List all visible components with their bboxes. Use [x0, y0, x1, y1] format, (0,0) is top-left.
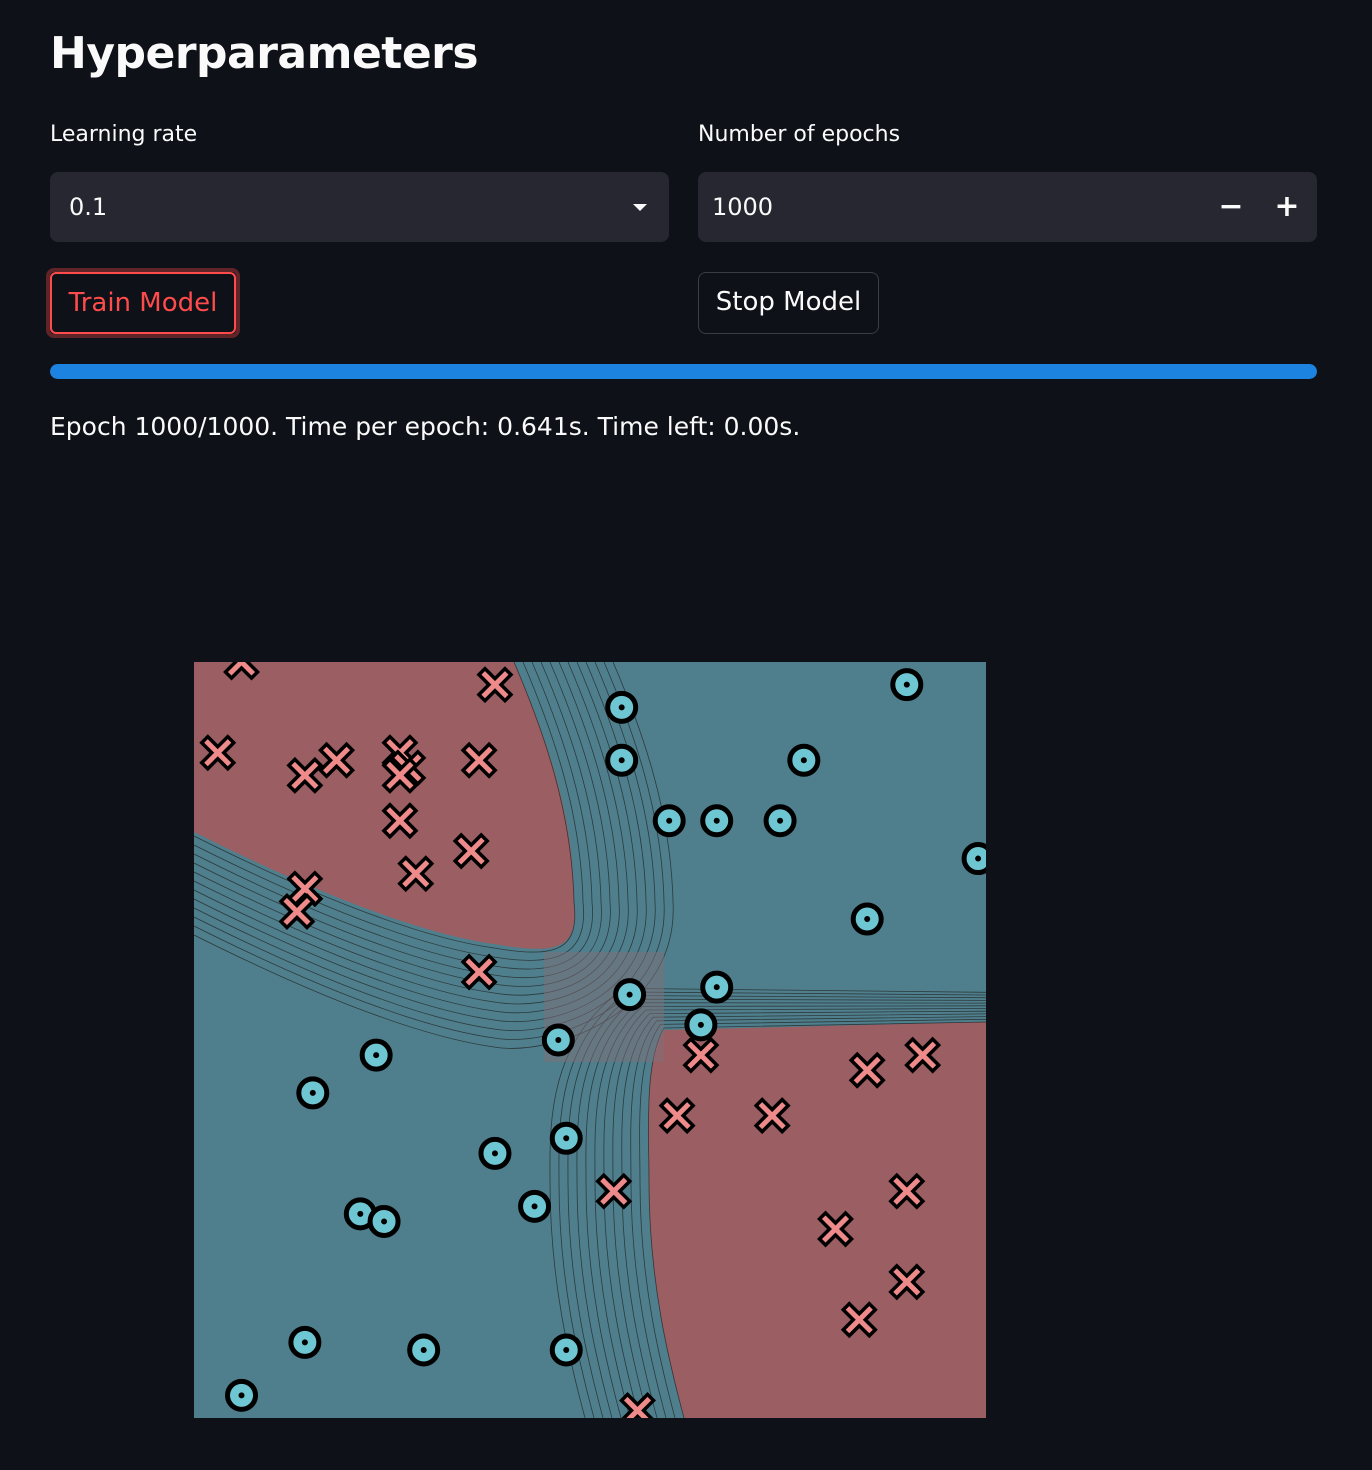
- decision-boundary-plot: [194, 662, 986, 1418]
- blue-circle-marker: [407, 1333, 441, 1367]
- red-x-marker: [381, 756, 419, 794]
- chevron-down-icon: [633, 204, 647, 211]
- red-x-marker: [318, 741, 356, 779]
- red-x-marker: [460, 953, 498, 991]
- blue-circle-marker: [763, 804, 797, 838]
- blue-circle-marker: [700, 804, 734, 838]
- blue-circle-marker: [549, 1333, 583, 1367]
- blue-circle-marker: [787, 743, 821, 777]
- stop-model-label: Stop Model: [715, 287, 862, 317]
- red-x-marker: [595, 1172, 633, 1210]
- blue-circle-marker: [549, 1121, 583, 1155]
- blue-circle-marker: [613, 978, 647, 1012]
- blue-circle-marker: [890, 668, 924, 702]
- red-x-marker: [476, 666, 514, 704]
- train-button-focus-ring: [50, 272, 236, 334]
- red-class-region-bottom-right: [648, 1022, 986, 1418]
- blue-circle-marker: [684, 1008, 718, 1042]
- blue-circle-marker: [961, 842, 986, 876]
- blue-circle-marker: [288, 1325, 322, 1359]
- epochs-decrement-button[interactable]: −: [1203, 172, 1259, 242]
- progress-fill: [50, 364, 1317, 379]
- blue-circle-marker: [518, 1189, 552, 1223]
- blue-circle-marker: [652, 804, 686, 838]
- epochs-label: Number of epochs: [698, 122, 901, 147]
- red-x-marker: [397, 855, 435, 893]
- blue-circle-marker: [359, 1038, 393, 1072]
- learning-rate-select[interactable]: 0.1: [50, 172, 669, 242]
- red-x-marker: [452, 832, 490, 870]
- blue-circle-marker: [541, 1023, 575, 1057]
- red-x-marker: [753, 1097, 791, 1135]
- page: Hyperparameters Learning rate 0.1 Number…: [0, 0, 1372, 1470]
- red-x-marker: [848, 1051, 886, 1089]
- training-progress-bar: [50, 364, 1317, 379]
- learning-rate-value: 0.1: [69, 193, 108, 221]
- stop-model-button[interactable]: Stop Model: [698, 272, 879, 334]
- blue-circle-marker: [850, 902, 884, 936]
- train-model-button[interactable]: Train Model: [46, 268, 240, 338]
- blue-circle-marker: [296, 1076, 330, 1110]
- red-x-marker: [888, 1172, 926, 1210]
- red-x-marker: [682, 1036, 720, 1074]
- page-title: Hyperparameters: [50, 28, 479, 79]
- blue-circle-marker: [225, 1378, 259, 1412]
- blue-circle-marker: [605, 690, 639, 724]
- blue-circle-marker: [700, 970, 734, 1004]
- red-x-marker: [199, 734, 237, 772]
- red-x-marker: [619, 1391, 657, 1418]
- epochs-number-input[interactable]: 1000 − +: [698, 172, 1317, 242]
- epochs-increment-button[interactable]: +: [1259, 172, 1315, 242]
- red-x-marker: [460, 741, 498, 779]
- red-x-marker: [278, 892, 316, 930]
- red-x-marker: [658, 1097, 696, 1135]
- training-status-text: Epoch 1000/1000. Time per epoch: 0.641s.…: [50, 412, 801, 441]
- epochs-value[interactable]: 1000: [712, 172, 773, 242]
- red-x-marker: [381, 802, 419, 840]
- red-x-marker: [286, 756, 324, 794]
- blue-circle-marker: [605, 743, 639, 777]
- red-x-marker: [840, 1301, 878, 1339]
- red-x-marker: [817, 1210, 855, 1248]
- blue-circle-marker: [478, 1136, 512, 1170]
- red-x-marker: [904, 1036, 942, 1074]
- learning-rate-label: Learning rate: [50, 122, 198, 147]
- red-x-marker: [888, 1263, 926, 1301]
- blue-circle-marker: [367, 1204, 401, 1238]
